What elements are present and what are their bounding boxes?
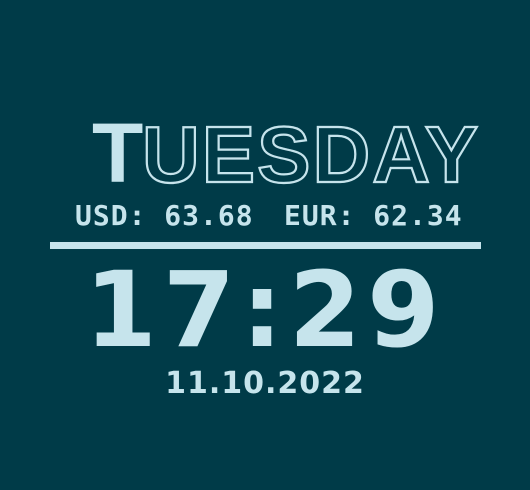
usd-rate: USD: 63.68 — [75, 199, 254, 232]
weekday-rest: UESDAY — [142, 110, 480, 190]
weekday-first-letter: T — [92, 108, 143, 190]
weekday-display: T UESDAY — [0, 108, 530, 190]
date-display: 11.10.2022 — [165, 366, 365, 401]
eur-rate: EUR: 62.34 — [284, 199, 463, 232]
time-display: 17:29 — [84, 249, 446, 371]
divider-line — [50, 242, 481, 249]
clock-screen: T UESDAY USD: 63.68 EUR: 62.34 17:29 11.… — [0, 0, 530, 490]
weekday-svg: T UESDAY — [92, 108, 480, 190]
currency-rates: USD: 63.68 EUR: 62.34 — [0, 198, 530, 234]
